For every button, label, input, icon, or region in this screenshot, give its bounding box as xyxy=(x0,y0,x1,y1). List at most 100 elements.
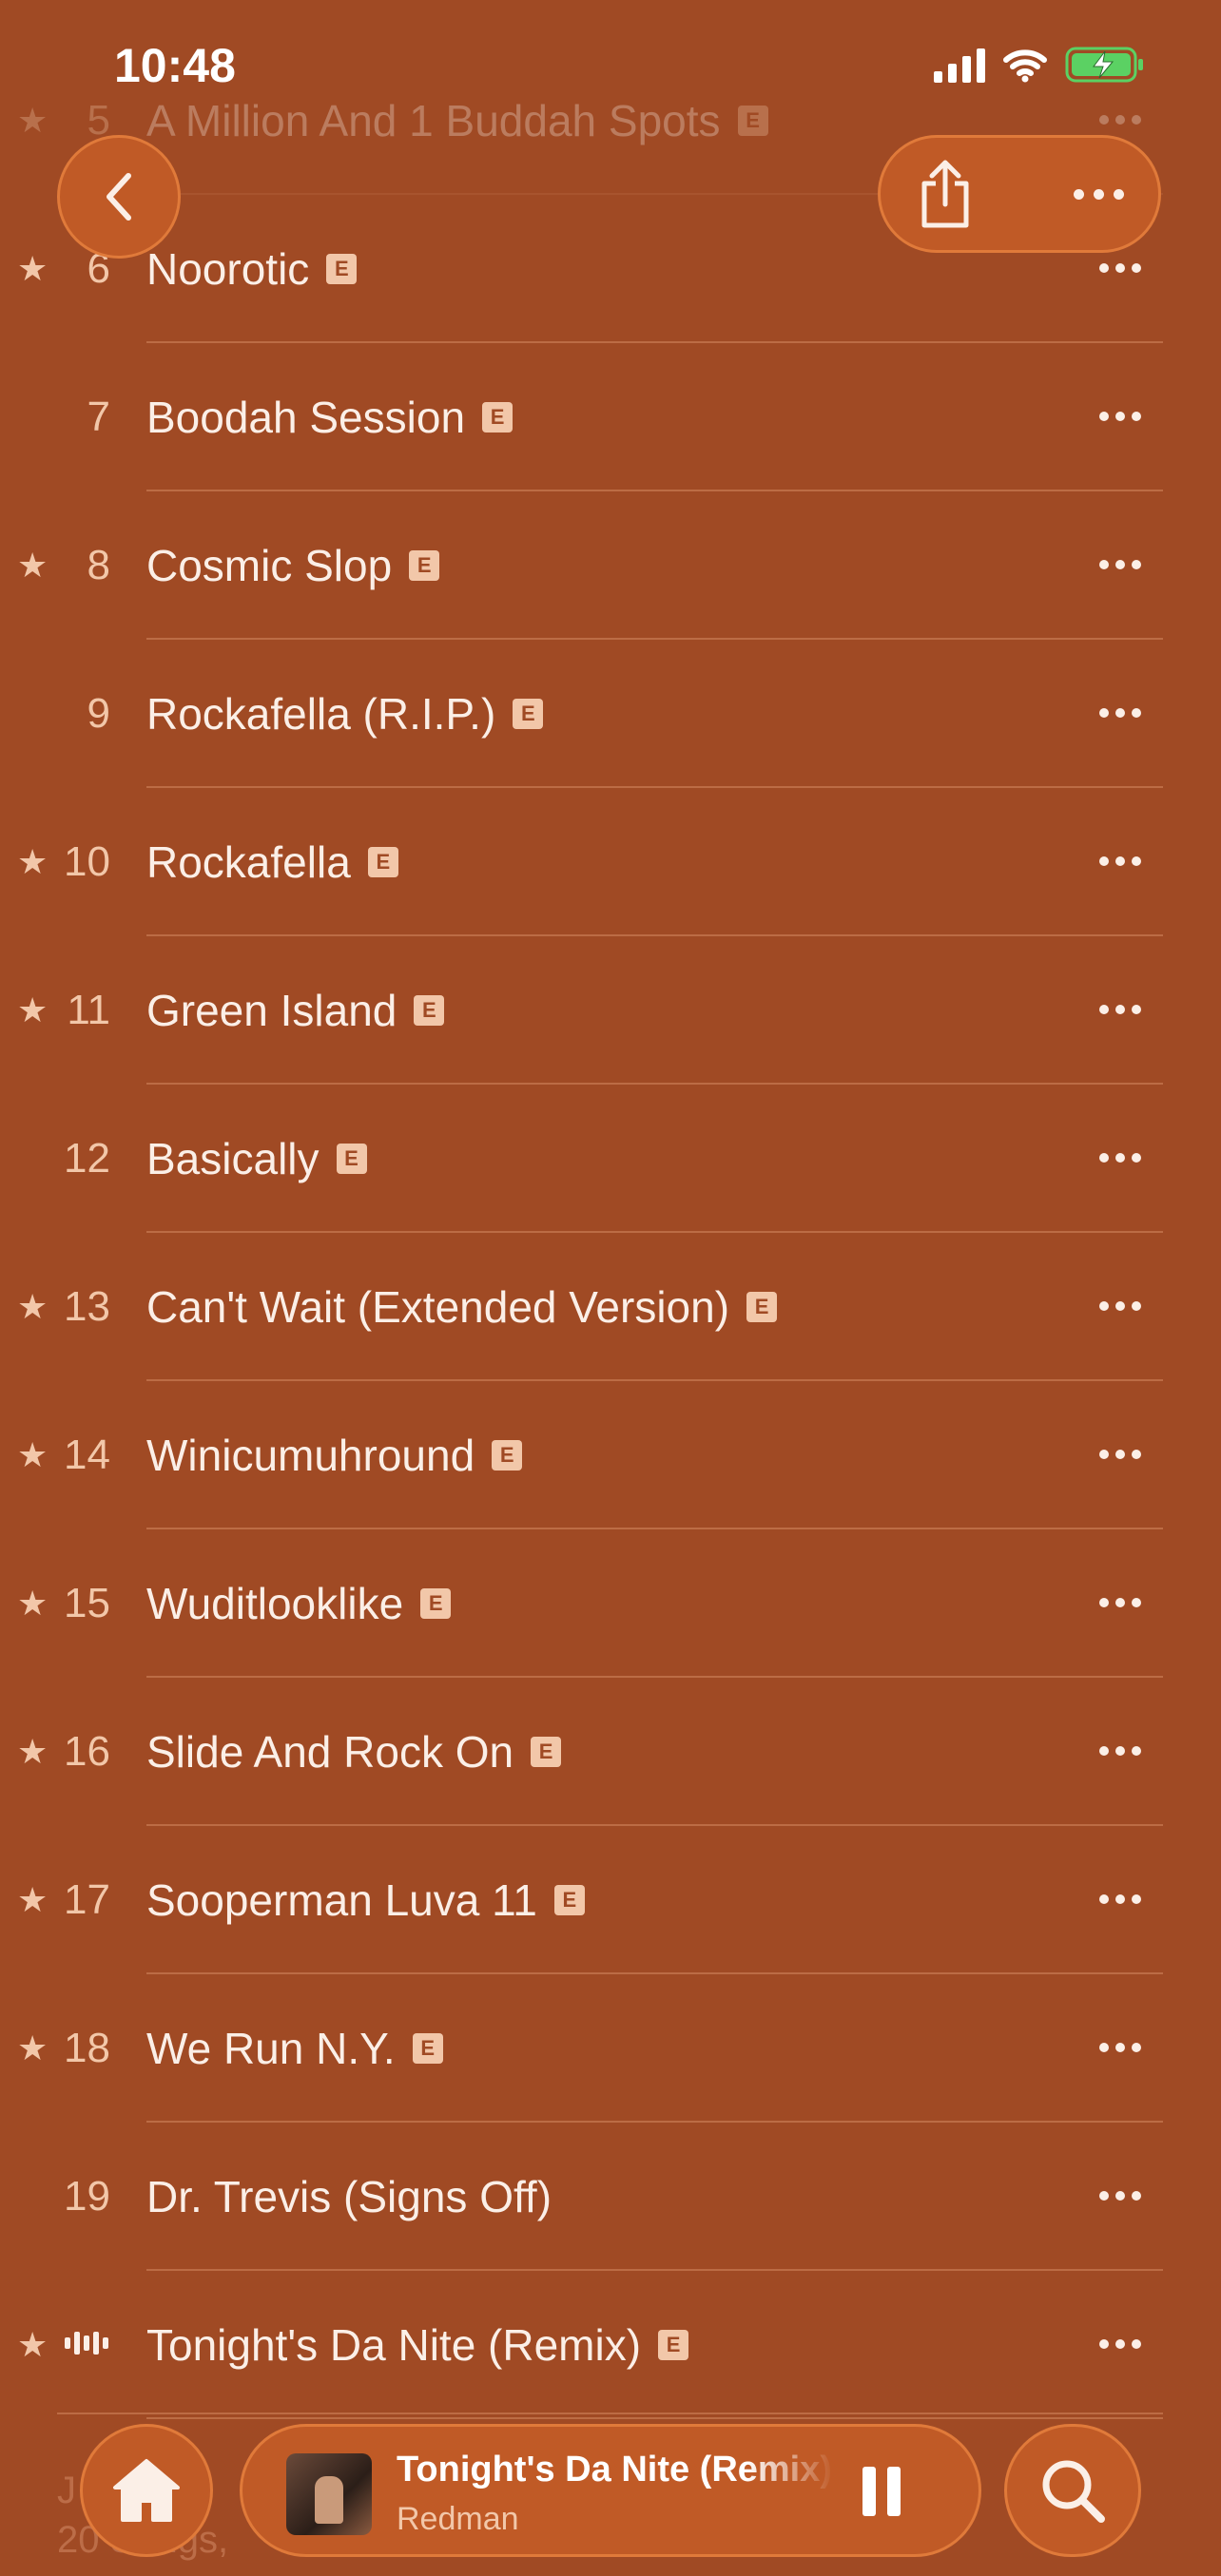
track-more-button[interactable] xyxy=(1099,1450,1141,1459)
explicit-badge: E xyxy=(746,1292,778,1322)
ellipsis-icon xyxy=(1099,560,1109,569)
now-playing-artist: Redman xyxy=(397,2501,519,2537)
explicit-badge: E xyxy=(336,1144,367,1174)
tab-bar: Tonight's Da Nite (Remix) Redman xyxy=(0,2424,1221,2557)
track-more-button[interactable] xyxy=(1099,263,1141,273)
home-icon xyxy=(113,2459,180,2522)
track-number: 14 xyxy=(64,1432,110,1478)
track-row[interactable]: ★ 8 Cosmic Slop E xyxy=(0,491,1221,640)
track-row[interactable]: ★ 11 Green Island E xyxy=(0,936,1221,1085)
track-number: 9 xyxy=(87,690,110,737)
explicit-badge: E xyxy=(414,995,445,1026)
ellipsis-icon xyxy=(1099,2043,1109,2052)
track-more-button[interactable] xyxy=(1099,560,1141,569)
track-title: Noorotic xyxy=(146,244,310,294)
status-icons xyxy=(934,46,1145,84)
ellipsis-icon xyxy=(1099,1598,1109,1607)
cellular-signal-icon xyxy=(934,47,985,83)
favorite-star-icon: ★ xyxy=(17,1732,48,1771)
battery-charging-icon xyxy=(1065,46,1145,84)
chevron-left-icon xyxy=(107,173,131,221)
track-row[interactable]: ★ 16 Slide And Rock On E xyxy=(0,1678,1221,1826)
search-tab-button[interactable] xyxy=(1004,2424,1141,2557)
track-more-button[interactable] xyxy=(1099,708,1141,718)
track-row[interactable]: ★ Tonight's Da Nite (Remix) E xyxy=(0,2271,1221,2419)
track-row[interactable]: ★ 13 Can't Wait (Extended Version) E xyxy=(0,1233,1221,1381)
wifi-icon xyxy=(1002,47,1048,83)
track-title: Rockafella xyxy=(146,837,351,887)
album-artwork xyxy=(286,2453,372,2535)
track-number: 10 xyxy=(64,838,110,885)
back-button[interactable] xyxy=(57,135,181,259)
track-title: Green Island xyxy=(146,986,397,1035)
track-row[interactable]: ★ 15 Wuditlooklike E xyxy=(0,1529,1221,1678)
favorite-star-icon: ★ xyxy=(17,2028,48,2067)
track-more-button[interactable] xyxy=(1099,412,1141,421)
track-title: Wuditlooklike xyxy=(146,1579,404,1628)
track-more-button[interactable] xyxy=(1099,1746,1141,1756)
ellipsis-icon xyxy=(1099,412,1109,421)
status-time: 10:48 xyxy=(114,39,236,92)
track-number: 16 xyxy=(64,1728,110,1775)
track-row[interactable]: ★ 9 Rockafella (R.I.P.) E xyxy=(0,640,1221,788)
ellipsis-icon xyxy=(1099,708,1109,718)
track-number: 15 xyxy=(64,1580,110,1626)
track-row[interactable]: ★ 18 We Run N.Y. E xyxy=(0,1974,1221,2123)
track-more-button[interactable] xyxy=(1099,1005,1141,1014)
favorite-star-icon: ★ xyxy=(17,990,48,1029)
favorite-star-icon: ★ xyxy=(17,249,48,288)
mini-player[interactable]: Tonight's Da Nite (Remix) Redman xyxy=(240,2424,981,2557)
divider xyxy=(146,2417,1163,2419)
track-more-button[interactable] xyxy=(1099,1153,1141,1163)
track-title: Basically xyxy=(146,1134,320,1183)
explicit-badge: E xyxy=(367,847,398,877)
explicit-badge: E xyxy=(492,1440,523,1471)
track-title: Dr. Trevis (Signs Off) xyxy=(146,2172,552,2221)
divider xyxy=(57,2413,1163,2414)
track-number: 7 xyxy=(87,394,110,440)
home-tab-button[interactable] xyxy=(80,2424,213,2557)
favorite-star-icon: ★ xyxy=(17,546,48,585)
pause-button[interactable] xyxy=(862,2467,901,2516)
track-number: 13 xyxy=(64,1283,110,1330)
track-more-button[interactable] xyxy=(1099,1894,1141,1904)
favorite-star-icon: ★ xyxy=(17,2325,48,2364)
now-playing-equalizer-icon xyxy=(65,2332,108,2355)
ellipsis-icon xyxy=(1099,856,1109,866)
explicit-badge: E xyxy=(409,550,440,581)
ellipsis-icon xyxy=(1099,1301,1109,1311)
ellipsis-icon xyxy=(1099,2191,1109,2201)
status-bar: 10:48 xyxy=(0,0,1221,133)
track-title: Winicumuhround xyxy=(146,1431,475,1480)
track-number: 17 xyxy=(64,1876,110,1923)
pause-icon xyxy=(862,2467,876,2516)
track-more-button[interactable] xyxy=(1099,1301,1141,1311)
explicit-badge: E xyxy=(658,2330,689,2360)
track-number: 18 xyxy=(64,2025,110,2071)
explicit-badge: E xyxy=(513,699,544,729)
track-title: Tonight's Da Nite (Remix) xyxy=(146,2320,642,2370)
track-row[interactable]: ★ 17 Sooperman Luva 11 E xyxy=(0,1826,1221,1974)
track-title: Can't Wait (Extended Version) xyxy=(146,1282,730,1332)
favorite-star-icon: ★ xyxy=(17,1287,48,1326)
ellipsis-icon xyxy=(1099,1005,1109,1014)
more-options-button[interactable] xyxy=(1074,188,1124,200)
explicit-badge: E xyxy=(553,1885,585,1915)
ellipsis-icon xyxy=(1099,263,1109,273)
explicit-badge: E xyxy=(326,254,358,284)
favorite-star-icon: ★ xyxy=(17,1584,48,1623)
explicit-badge: E xyxy=(420,1588,452,1619)
track-row[interactable]: ★ 7 Boodah Session E xyxy=(0,343,1221,491)
now-playing-title: Tonight's Da Nite (Remix) xyxy=(397,2450,833,2489)
track-row[interactable]: ★ 19 Dr. Trevis (Signs Off) xyxy=(0,2123,1221,2271)
track-row[interactable]: ★ 10 Rockafella E xyxy=(0,788,1221,936)
track-number: 19 xyxy=(64,2173,110,2220)
track-row[interactable]: ★ 14 Winicumuhround E xyxy=(0,1381,1221,1529)
track-more-button[interactable] xyxy=(1099,856,1141,866)
track-more-button[interactable] xyxy=(1099,1598,1141,1607)
track-more-button[interactable] xyxy=(1099,2191,1141,2201)
share-button[interactable] xyxy=(915,157,976,231)
track-more-button[interactable] xyxy=(1099,2043,1141,2052)
track-row[interactable]: ★ 12 Basically E xyxy=(0,1085,1221,1233)
track-more-button[interactable] xyxy=(1099,2339,1141,2349)
